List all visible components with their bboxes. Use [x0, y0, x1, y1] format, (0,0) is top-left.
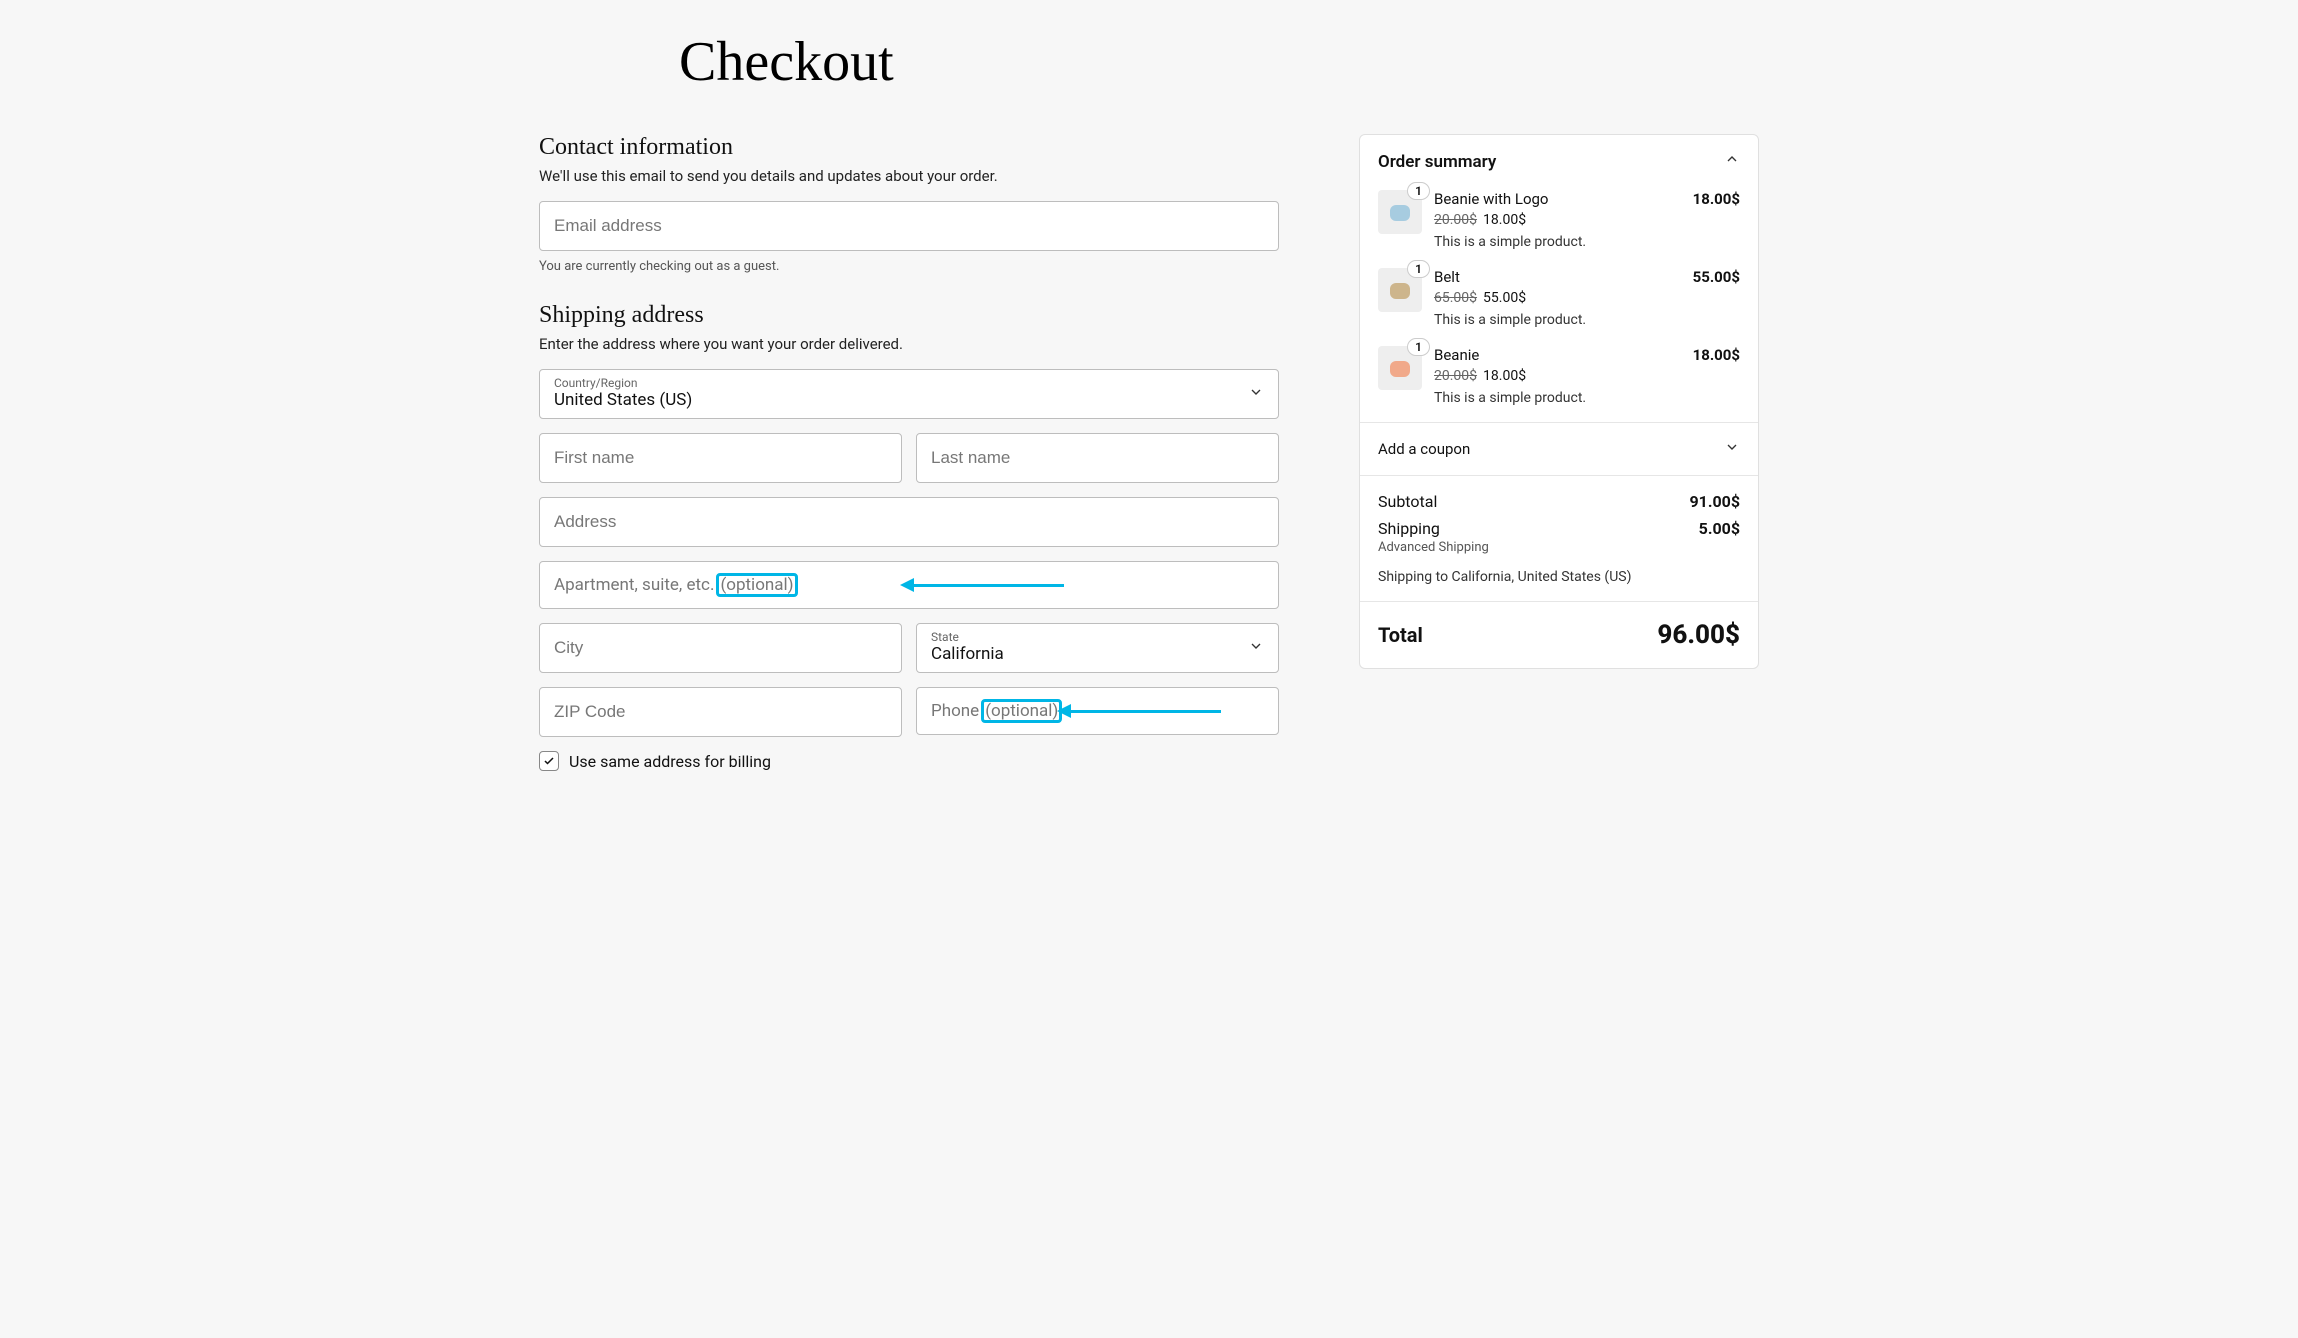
product-name: Beanie: [1434, 346, 1479, 364]
sale-price: 18.00$: [1483, 212, 1526, 228]
chevron-up-icon: [1724, 151, 1740, 172]
quantity-badge: 1: [1407, 260, 1430, 278]
apartment-placeholder: Apartment, suite, etc.: [554, 575, 714, 595]
order-item: 1Beanie18.00$20.00$18.00$This is a simpl…: [1378, 346, 1740, 406]
total-value: 96.00$: [1657, 620, 1740, 650]
shipping-method: Advanced Shipping: [1378, 540, 1740, 555]
last-name-input[interactable]: [916, 433, 1279, 483]
shipping-sub: Enter the address where you want your or…: [539, 335, 1279, 353]
city-input[interactable]: [539, 623, 902, 673]
original-price: 20.00$: [1434, 212, 1477, 228]
address-input[interactable]: [539, 497, 1279, 547]
add-coupon-toggle[interactable]: Add a coupon: [1360, 423, 1758, 476]
coupon-label: Add a coupon: [1378, 440, 1470, 458]
shipping-heading: Shipping address: [539, 302, 1279, 329]
state-value: California: [931, 644, 1264, 664]
order-item: 1Belt55.00$65.00$55.00$This is a simple …: [1378, 268, 1740, 328]
apartment-optional-annotation: (optional): [718, 575, 795, 595]
contact-sub: We'll use this email to send you details…: [539, 167, 1279, 185]
email-input[interactable]: [539, 201, 1279, 251]
state-select[interactable]: State California: [916, 623, 1279, 673]
quantity-badge: 1: [1407, 182, 1430, 200]
line-total: 18.00$: [1693, 346, 1740, 364]
order-item: 1Beanie with Logo18.00$20.00$18.00$This …: [1378, 190, 1740, 250]
sale-price: 18.00$: [1483, 368, 1526, 384]
sale-price: 55.00$: [1483, 290, 1526, 306]
subtotal-label: Subtotal: [1378, 492, 1437, 511]
shipping-value: 5.00$: [1699, 519, 1740, 538]
zip-input[interactable]: [539, 687, 902, 737]
contact-heading: Contact information: [539, 134, 1279, 161]
order-summary-toggle[interactable]: Order summary: [1378, 151, 1740, 172]
product-description: This is a simple product.: [1434, 312, 1740, 328]
total-label: Total: [1378, 623, 1423, 647]
original-price: 65.00$: [1434, 290, 1477, 306]
guest-note: You are currently checking out as a gues…: [539, 259, 1279, 274]
same-billing-label: Use same address for billing: [569, 752, 771, 771]
annotation-arrow: [1057, 704, 1221, 718]
apartment-input[interactable]: Apartment, suite, etc. (optional): [539, 561, 1279, 609]
chevron-down-icon: [1248, 638, 1264, 658]
line-total: 18.00$: [1693, 190, 1740, 208]
country-label: Country/Region: [554, 376, 1264, 390]
state-label: State: [931, 630, 1264, 644]
same-billing-checkbox[interactable]: [539, 751, 559, 771]
order-summary-heading: Order summary: [1378, 152, 1496, 172]
country-value: United States (US): [554, 390, 1264, 410]
phone-optional-annotation: (optional): [983, 701, 1060, 721]
shipping-label: Shipping: [1378, 519, 1440, 538]
product-description: This is a simple product.: [1434, 234, 1740, 250]
original-price: 20.00$: [1434, 368, 1477, 384]
shipping-to: Shipping to California, United States (U…: [1378, 569, 1740, 585]
first-name-input[interactable]: [539, 433, 902, 483]
chevron-down-icon: [1724, 439, 1740, 459]
annotation-arrow: [900, 578, 1064, 592]
phone-placeholder: Phone: [931, 701, 979, 721]
chevron-down-icon: [1248, 384, 1264, 404]
product-name: Beanie with Logo: [1434, 190, 1549, 208]
order-summary-panel: Order summary 1Beanie with Logo18.00$20.…: [1359, 134, 1759, 669]
product-description: This is a simple product.: [1434, 390, 1740, 406]
shipping-section: Shipping address Enter the address where…: [539, 302, 1279, 771]
subtotal-value: 91.00$: [1689, 492, 1740, 511]
line-total: 55.00$: [1693, 268, 1740, 286]
page-title: Checkout: [679, 30, 1759, 94]
contact-section: Contact information We'll use this email…: [539, 134, 1279, 274]
phone-input[interactable]: Phone (optional): [916, 687, 1279, 735]
product-name: Belt: [1434, 268, 1460, 286]
country-select[interactable]: Country/Region United States (US): [539, 369, 1279, 419]
quantity-badge: 1: [1407, 338, 1430, 356]
